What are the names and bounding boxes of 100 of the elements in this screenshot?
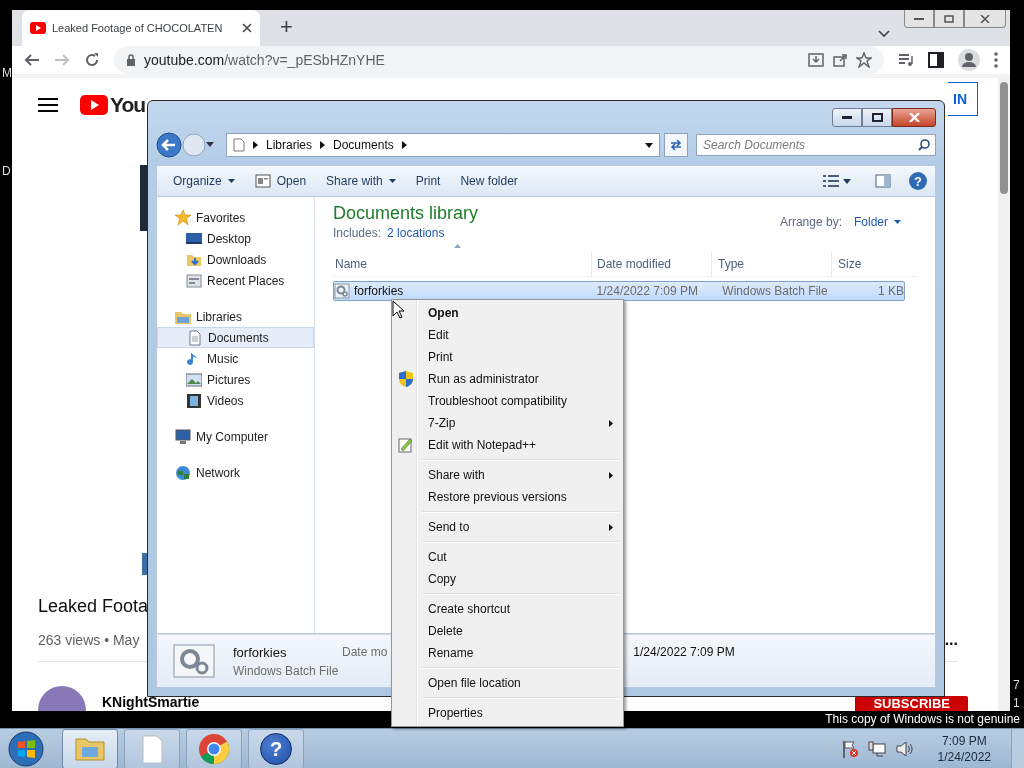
menu-item[interactable]: Copy: [394, 568, 621, 590]
file-date: 1/24/2022 7:09 PM: [595, 284, 699, 298]
side-panel-icon[interactable]: [928, 52, 944, 68]
menu-icon[interactable]: [38, 97, 58, 113]
channel-name[interactable]: KNightSmartie: [102, 694, 200, 710]
new-tab-button[interactable]: +: [274, 12, 299, 42]
breadcrumb-item[interactable]: Documents: [333, 138, 394, 152]
scrollbar[interactable]: [998, 78, 1010, 711]
menu-item[interactable]: Share with: [394, 464, 621, 486]
menu-item[interactable]: Run as administrator: [394, 368, 621, 390]
menu-item[interactable]: Send to: [394, 516, 621, 538]
file-type: Windows Batch File: [233, 663, 340, 678]
speaker-icon[interactable]: [895, 740, 914, 757]
nav-item[interactable]: Documents: [157, 327, 314, 348]
file-name: forforkies: [354, 284, 404, 298]
menu-item[interactable]: Restore previous versions: [394, 486, 621, 508]
chevron-down-icon[interactable]: [878, 30, 890, 38]
breadcrumb-item[interactable]: Libraries: [266, 138, 313, 152]
profile-icon[interactable]: [958, 49, 980, 71]
network-icon[interactable]: [867, 740, 886, 757]
column-header[interactable]: Name: [333, 252, 592, 276]
refresh-button[interactable]: [664, 133, 688, 157]
start-button[interactable]: [6, 728, 46, 768]
computer-icon: [175, 428, 191, 445]
menu-item[interactable]: Open file location: [394, 672, 621, 694]
file-row[interactable]: forforkies 1/24/2022 7:09 PM Windows Batch File 1 KB: [333, 281, 905, 301]
nav-item[interactable]: Music: [157, 348, 314, 369]
column-header[interactable]: Date modified: [592, 252, 712, 276]
flag-icon[interactable]: [841, 739, 858, 758]
menu-item[interactable]: Edit with Notepad++: [394, 434, 621, 456]
minimize-button[interactable]: [832, 108, 862, 127]
toolbar-button[interactable]: Open: [246, 171, 315, 191]
close-button[interactable]: [964, 10, 1006, 28]
reload-icon[interactable]: [84, 52, 100, 68]
menu-item[interactable]: Cut: [394, 546, 621, 568]
share-icon[interactable]: [832, 52, 848, 68]
locations-link[interactable]: 2 locations: [387, 226, 445, 240]
sign-in-button[interactable]: IN: [948, 82, 978, 116]
shield-icon: [398, 371, 414, 387]
chevron-right-icon[interactable]: [320, 141, 326, 149]
minimize-icon: [842, 115, 852, 120]
dropdown-icon[interactable]: [843, 178, 851, 184]
maximize-button[interactable]: [862, 108, 892, 127]
nav-item[interactable]: My Computer: [157, 426, 314, 447]
toolbar-button[interactable]: Organize: [165, 171, 243, 191]
back-icon[interactable]: [156, 132, 182, 158]
nav-item[interactable]: Network: [157, 462, 314, 483]
nav-item[interactable]: Downloads: [157, 249, 314, 270]
menu-icon[interactable]: [994, 52, 998, 68]
search-icon: [918, 139, 930, 151]
menu-item[interactable]: Delete: [394, 620, 621, 642]
taskbar-button[interactable]: [186, 728, 242, 768]
site-logo[interactable]: You: [80, 93, 146, 117]
nav-item[interactable]: Libraries: [157, 306, 314, 327]
close-icon[interactable]: [242, 23, 252, 33]
menu-item[interactable]: Print: [394, 346, 621, 368]
minimize-button[interactable]: [904, 10, 934, 28]
toolbar-button[interactable]: New folder: [452, 171, 526, 191]
menu-item[interactable]: 7-Zip: [394, 412, 621, 434]
menu-item[interactable]: Properties: [394, 702, 621, 724]
help-button[interactable]: ?: [909, 172, 927, 190]
search-field[interactable]: Search Documents: [696, 134, 936, 156]
toolbar-button[interactable]: Share with: [318, 171, 404, 191]
desktop-icon: [186, 230, 202, 247]
arrange-dropdown[interactable]: Folder: [854, 215, 901, 229]
address-bar[interactable]: Libraries Documents: [226, 133, 660, 157]
column-header[interactable]: Size: [832, 252, 902, 276]
dropdown-icon: [388, 179, 396, 183]
menu-item[interactable]: Rename: [394, 642, 621, 664]
install-icon[interactable]: [808, 52, 824, 68]
star-icon: [175, 209, 191, 226]
taskbar-button[interactable]: ?: [248, 728, 304, 768]
nav-item[interactable]: Videos: [157, 390, 314, 411]
menu-item[interactable]: Troubleshoot compatibility: [394, 390, 621, 412]
sort-arrow-icon: [454, 244, 461, 248]
clock[interactable]: 7:09 PM 1/24/2022: [937, 732, 991, 765]
dropdown-icon[interactable]: [206, 142, 214, 148]
browser-tab[interactable]: Leaked Footage of CHOCOLATEN: [22, 10, 260, 46]
nav-item[interactable]: Recent Places: [157, 270, 314, 291]
gears-icon: [173, 644, 215, 678]
column-header[interactable]: Type: [712, 252, 832, 276]
menu-item[interactable]: Edit: [394, 324, 621, 346]
media-icon[interactable]: [898, 52, 914, 68]
close-button[interactable]: [892, 108, 936, 127]
dropdown-icon[interactable]: [645, 142, 653, 148]
nav-item[interactable]: Favorites: [157, 207, 314, 228]
taskbar-button[interactable]: [124, 728, 180, 768]
nav-item[interactable]: Desktop: [157, 228, 314, 249]
chevron-right-icon[interactable]: [253, 141, 258, 149]
back-icon[interactable]: [24, 52, 40, 68]
toolbar-button[interactable]: Print: [407, 171, 449, 191]
view-list-icon[interactable]: [823, 175, 839, 187]
star-icon[interactable]: [856, 52, 872, 68]
menu-item[interactable]: Create shortcut: [394, 598, 621, 620]
taskbar-button[interactable]: [62, 728, 118, 768]
more-button[interactable]: ...: [944, 631, 958, 649]
chevron-right-icon[interactable]: [401, 141, 407, 149]
text-fragment: D: [2, 164, 11, 178]
nav-item[interactable]: Pictures: [157, 369, 314, 390]
address-bar[interactable]: youtube.com/watch?v=_pESbHZnYHE: [114, 46, 884, 74]
